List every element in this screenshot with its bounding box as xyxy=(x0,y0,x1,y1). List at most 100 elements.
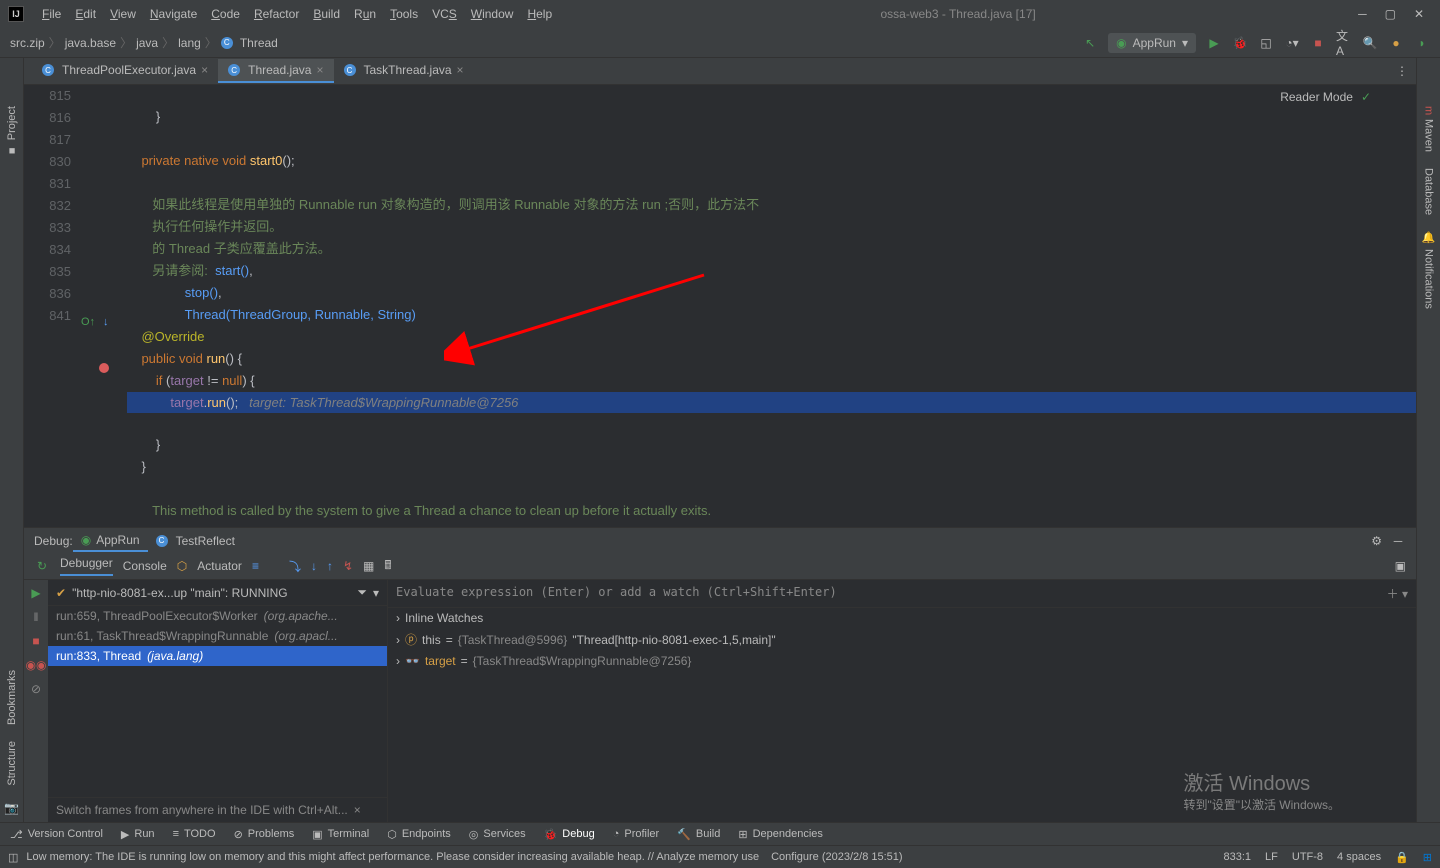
bottom-services[interactable]: ◎ Services xyxy=(469,828,526,841)
show-frames-icon[interactable]: ▦ xyxy=(363,559,374,573)
bc-lang[interactable]: lang xyxy=(178,36,201,50)
menu-edit[interactable]: Edit xyxy=(69,5,102,23)
stop-button[interactable]: ■ xyxy=(1310,35,1326,51)
debug-subtab-actuator[interactable]: Actuator xyxy=(197,559,242,573)
status-lf[interactable]: LF xyxy=(1265,851,1278,863)
menu-view[interactable]: View xyxy=(104,5,142,23)
bottom-problems[interactable]: ⊘ Problems xyxy=(234,828,295,841)
add-watch-icon[interactable]: ＋ ▾ xyxy=(1387,585,1408,602)
debug-button[interactable]: 🐞 xyxy=(1232,35,1248,51)
bc-src[interactable]: src.zip xyxy=(10,36,45,50)
profiler-button[interactable]: ◔▾ xyxy=(1284,35,1300,51)
debug-minimize-icon[interactable]: ─ xyxy=(1390,533,1406,549)
override-down-icon[interactable]: ↓ xyxy=(103,316,109,328)
status-configure[interactable]: Configure (2023/2/8 15:51) xyxy=(771,851,902,863)
run-config-selector[interactable]: ◉ AppRun ▾ xyxy=(1108,33,1196,53)
debug-subtab-debugger[interactable]: Debugger xyxy=(60,556,113,576)
threads-icon[interactable]: ≡ xyxy=(252,559,259,573)
step-out-icon[interactable]: ↑ xyxy=(327,559,333,573)
stop-debug-button[interactable]: ■ xyxy=(32,634,39,648)
frame-row-selected[interactable]: run:833, Thread (java.lang) xyxy=(48,646,387,666)
bottom-build[interactable]: 🔨 Build xyxy=(677,828,720,841)
search-icon[interactable]: 🔍 xyxy=(1362,35,1378,51)
bc-thread[interactable]: Thread xyxy=(240,36,278,50)
status-indent[interactable]: 4 spaces xyxy=(1337,851,1381,863)
step-into-icon[interactable]: ↓ xyxy=(311,559,317,573)
tool-maven[interactable]: m Maven xyxy=(1423,106,1435,152)
camera-icon[interactable]: 📷 xyxy=(4,800,20,816)
menu-help[interactable]: Help xyxy=(521,5,558,23)
bottom-version-control[interactable]: ⎇ Version Control xyxy=(10,828,103,841)
bottom-terminal[interactable]: ▣ Terminal xyxy=(312,828,369,841)
step-over-icon[interactable]: ⤵ xyxy=(289,558,301,575)
menu-code[interactable]: Code xyxy=(205,5,246,23)
bottom-debug[interactable]: 🐞 Debug xyxy=(544,828,595,841)
tool-bookmarks[interactable]: Bookmarks xyxy=(6,670,18,725)
variable-row[interactable]: › ⓟ this = {TaskThread@5996} "Thread[htt… xyxy=(388,628,1416,651)
menu-vcs[interactable]: VCS xyxy=(426,5,463,23)
chevron-down-icon[interactable]: ▾ xyxy=(373,586,379,600)
menu-run[interactable]: Run xyxy=(348,5,382,23)
code-editor[interactable]: Reader Mode ✓ 815 816 817 830 831 832 83… xyxy=(24,85,1416,527)
debug-tab-apprun[interactable]: ◉ AppRun xyxy=(73,530,148,552)
close-button[interactable]: ✕ xyxy=(1414,7,1424,21)
tab-close-icon[interactable]: × xyxy=(201,63,208,77)
maximize-button[interactable]: ▢ xyxy=(1385,7,1396,21)
force-step-icon[interactable]: ↯ xyxy=(343,559,353,573)
debug-settings-icon[interactable]: ⚙ xyxy=(1371,534,1382,548)
rerun-icon[interactable]: ↻ xyxy=(34,558,50,574)
override-up-icon[interactable]: O↑ xyxy=(81,316,95,328)
code-content[interactable]: } private native void start0(); 如果此线程是使用… xyxy=(127,85,1416,527)
tool-notifications[interactable]: 🔔 Notifications xyxy=(1422,231,1435,308)
menu-navigate[interactable]: Navigate xyxy=(144,5,203,23)
tab-close-icon[interactable]: × xyxy=(316,63,323,77)
frame-row[interactable]: run:659, ThreadPoolExecutor$Worker (org.… xyxy=(48,606,387,626)
bottom-dependencies[interactable]: ⊞ Dependencies xyxy=(738,828,823,841)
debug-subtab-console[interactable]: Console xyxy=(123,559,167,573)
status-readonly-icon[interactable]: 🔒 xyxy=(1395,851,1409,864)
tool-database[interactable]: Database xyxy=(1423,168,1435,215)
resume-button[interactable]: ▶ xyxy=(31,586,40,600)
tabs-more-icon[interactable]: ⋮ xyxy=(1396,64,1408,78)
bottom-profiler[interactable]: ◔ Profiler xyxy=(613,828,660,840)
bc-javabase[interactable]: java.base xyxy=(65,36,116,50)
pause-button[interactable]: ‖ xyxy=(34,610,39,624)
bottom-todo[interactable]: ≡ TODO xyxy=(173,828,216,840)
menu-window[interactable]: Window xyxy=(465,5,520,23)
thread-name[interactable]: "http-nio-8081-ex...up "main": RUNNING xyxy=(72,586,351,600)
menu-build[interactable]: Build xyxy=(307,5,346,23)
debug-layout-icon[interactable]: ▣ xyxy=(1395,559,1406,573)
status-tray-icon[interactable]: ◫ xyxy=(8,851,18,864)
bottom-run[interactable]: ▶ Run xyxy=(121,828,155,841)
tool-structure[interactable]: Structure xyxy=(6,741,18,786)
inline-watches-section[interactable]: › Inline Watches xyxy=(388,608,1416,628)
run-button[interactable]: ▶ xyxy=(1206,35,1222,51)
filter-icon[interactable]: ⏷ xyxy=(357,585,367,600)
breakpoint-icon[interactable] xyxy=(99,363,109,373)
tab-threadpoolexecutor[interactable]: C ThreadPoolExecutor.java × xyxy=(32,59,218,83)
bc-java[interactable]: java xyxy=(136,36,158,50)
coverage-button[interactable]: ◱ xyxy=(1258,35,1274,51)
status-position[interactable]: 833:1 xyxy=(1224,851,1252,863)
tab-thread[interactable]: C Thread.java × xyxy=(218,59,333,83)
frame-row[interactable]: run:61, TaskThread$WrappingRunnable (org… xyxy=(48,626,387,646)
menu-file[interactable]: File xyxy=(36,5,67,23)
tab-close-icon[interactable]: × xyxy=(457,63,464,77)
translate-icon[interactable]: 文A xyxy=(1336,35,1352,51)
close-icon[interactable]: × xyxy=(354,803,361,817)
status-encoding[interactable]: UTF-8 xyxy=(1292,851,1323,863)
codewithme-icon[interactable]: ◗ xyxy=(1414,35,1430,51)
build-hammer-icon[interactable]: ↖ xyxy=(1082,35,1098,51)
tool-project[interactable]: ■ Project xyxy=(6,106,18,156)
menu-refactor[interactable]: Refactor xyxy=(248,5,305,23)
tab-taskthread[interactable]: C TaskThread.java × xyxy=(334,59,474,83)
menu-tools[interactable]: Tools xyxy=(384,5,424,23)
view-breakpoints-button[interactable]: ◉◉ xyxy=(26,658,47,672)
eval-input[interactable]: Evaluate expression (Enter) or add a wat… xyxy=(388,580,1416,608)
evaluate-icon[interactable]: 🖩 xyxy=(384,556,391,577)
ide-features-icon[interactable]: ● xyxy=(1388,35,1404,51)
debug-tab-testreflect[interactable]: C TestReflect xyxy=(148,531,243,551)
mute-breakpoints-button[interactable]: ⊘ xyxy=(31,682,41,696)
variable-row[interactable]: › 👓 target = {TaskThread$WrappingRunnabl… xyxy=(388,651,1416,671)
bottom-endpoints[interactable]: ⬡ Endpoints xyxy=(387,828,451,841)
